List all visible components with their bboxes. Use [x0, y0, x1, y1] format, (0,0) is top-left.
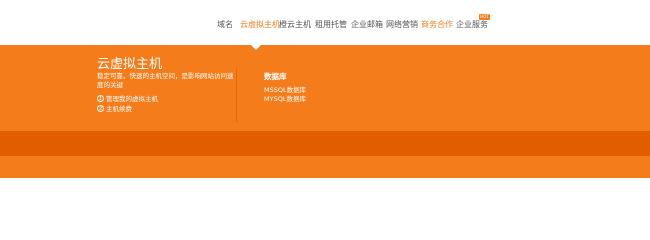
- mssql-database-link[interactable]: MSSQL数据库: [264, 86, 306, 95]
- manage-virtual-host-link[interactable]: 1 管理我的虚拟主机: [97, 95, 158, 104]
- panel-description: 稳定可靠、快速的主机空间，是影响网站访问速度的关键: [97, 72, 234, 89]
- dark-orange-band: [0, 131, 650, 156]
- nav-item-enterprise-mail[interactable]: 企业邮箱: [351, 20, 383, 30]
- panel-title: 云虚拟主机: [97, 57, 163, 72]
- page-bottom-area: [0, 178, 650, 220]
- active-tab-caret-icon: [251, 45, 261, 50]
- host-renewal-label: 主机续费: [106, 105, 132, 113]
- nav-item-business-cooperation[interactable]: 商务合作: [421, 20, 453, 30]
- number-2-icon: 2: [97, 105, 104, 112]
- nav-item-rental-hosting[interactable]: 租用托管: [315, 20, 347, 30]
- top-navigation-bar: 域名 云虚拟主机 橙云主机 租用托管 企业邮箱 网络营销 商务合作 企业服务 H…: [0, 0, 650, 45]
- number-1-icon: 1: [97, 95, 104, 102]
- nav-item-online-marketing[interactable]: 网络营销: [386, 20, 418, 30]
- nav-item-domain[interactable]: 域名: [217, 20, 233, 30]
- database-heading: 数据库: [264, 72, 287, 81]
- nav-item-orange-cloud-host[interactable]: 橙云主机: [279, 20, 311, 30]
- manage-virtual-host-label: 管理我的虚拟主机: [106, 95, 158, 103]
- light-orange-band: [0, 156, 650, 178]
- host-renewal-link[interactable]: 2 主机续费: [97, 105, 132, 114]
- nav-item-enterprise-services[interactable]: 企业服务: [456, 20, 488, 30]
- panel-divider: [236, 68, 237, 122]
- hot-badge: HOT: [479, 14, 490, 20]
- nav-item-cloud-virtual-host[interactable]: 云虚拟主机: [240, 20, 280, 30]
- mysql-database-link[interactable]: MYSQL数据库: [264, 95, 306, 104]
